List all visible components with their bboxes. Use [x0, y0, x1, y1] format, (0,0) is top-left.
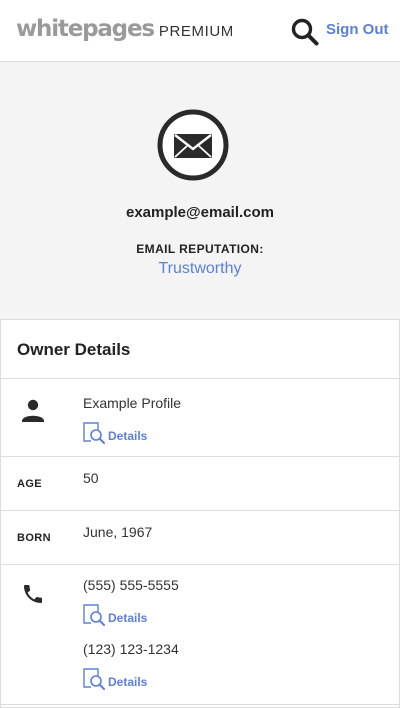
divider [1, 378, 399, 379]
details-search-icon [83, 604, 105, 631]
phone-details-link[interactable]: Details [83, 604, 147, 631]
email-reputation-value: Trustworthy [158, 260, 242, 277]
divider [1, 564, 399, 565]
divider [1, 456, 399, 457]
email-reputation-label: EMAIL REPUTATION: [136, 242, 264, 256]
details-label: Details [108, 610, 148, 625]
envelope-icon [157, 109, 229, 181]
age-value: 50 [83, 470, 99, 486]
owner-details-card: Owner Details Example Profile Details AG… [0, 320, 400, 708]
age-label: AGE [17, 478, 43, 490]
details-label: Details [108, 428, 148, 443]
details-search-icon [83, 668, 105, 695]
phone-icon [21, 582, 45, 611]
phone-number: (123) 123-1234 [83, 641, 179, 657]
divider [1, 510, 399, 511]
details-label: Details [108, 674, 148, 689]
born-label: BORN [17, 532, 51, 544]
divider [1, 704, 399, 705]
profile-name: Example Profile [83, 395, 182, 411]
section-title: Owner Details [17, 340, 131, 359]
search-icon[interactable] [290, 17, 320, 47]
born-value: June, 1967 [83, 524, 153, 540]
person-icon [21, 398, 45, 429]
profile-details-link[interactable]: Details [83, 422, 147, 449]
logo-wordmark: whitepages [16, 16, 155, 42]
details-search-icon [83, 422, 105, 449]
sign-out-link[interactable]: Sign Out [326, 21, 389, 38]
phone-number: (555) 555-5555 [83, 577, 179, 593]
phone-details-link[interactable]: Details [83, 668, 147, 695]
whitepages-logo[interactable]: whitepages PREMIUM [16, 16, 234, 46]
app-header: whitepages PREMIUM Sign Out [0, 0, 400, 62]
email-address: example@email.com [125, 204, 275, 221]
email-summary: example@email.com EMAIL REPUTATION: Trus… [0, 62, 400, 320]
logo-premium-label: PREMIUM [158, 23, 234, 40]
